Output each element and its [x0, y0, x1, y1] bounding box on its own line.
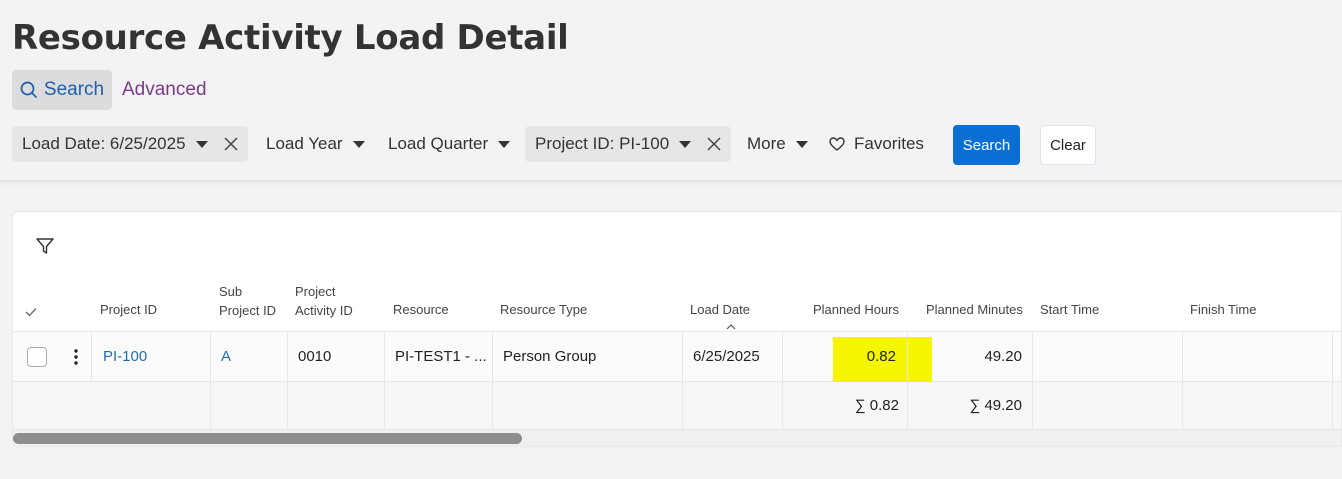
- caret-down-icon: [498, 140, 511, 148]
- more-filters-dropdown[interactable]: More: [747, 126, 808, 162]
- scrollbar-thumb[interactable]: [13, 433, 522, 444]
- search-mode-tab[interactable]: Search: [12, 70, 112, 110]
- total-planned-hours: ∑ 0.82: [783, 382, 908, 429]
- cell-project-id[interactable]: PI-100: [92, 332, 211, 381]
- load-quarter-filter-label: Load Quarter: [388, 134, 489, 153]
- close-icon[interactable]: [224, 137, 238, 151]
- page-title: Resource Activity Load Detail: [12, 18, 569, 58]
- search-button[interactable]: Search: [953, 125, 1020, 165]
- cell-finish-time: [1183, 332, 1333, 381]
- clear-button[interactable]: Clear: [1040, 125, 1096, 165]
- cell-load-date: 6/25/2025: [683, 332, 783, 381]
- horizontal-scrollbar[interactable]: [13, 430, 1341, 446]
- totals-spacer: [13, 382, 92, 429]
- header-divider: [0, 180, 1342, 186]
- column-header-resource-type[interactable]: Resource Type: [500, 302, 587, 318]
- totals-row: ∑ 0.82 ∑ 49.20: [13, 382, 1341, 430]
- totals-empty-cell: [1183, 382, 1333, 429]
- load-year-filter-label: Load Year: [266, 134, 343, 153]
- cell-resource-type: Person Group: [493, 332, 683, 381]
- column-header-project-id[interactable]: Project ID: [100, 302, 157, 318]
- column-header-sub-project-id[interactable]: Sub Project ID: [219, 284, 276, 319]
- kebab-menu-icon[interactable]: [73, 348, 78, 365]
- search-icon: [20, 81, 37, 99]
- cell-start-time: [1033, 332, 1183, 381]
- totals-empty-cell: [211, 382, 288, 429]
- load-year-filter[interactable]: Load Year: [266, 126, 365, 162]
- advanced-mode-tab[interactable]: Advanced: [122, 79, 207, 101]
- search-mode-bar: Search Advanced: [12, 70, 207, 110]
- table-header: Project ID Sub Project ID Project Activi…: [13, 272, 1341, 332]
- project-id-filter[interactable]: Project ID: PI-100: [525, 126, 732, 162]
- totals-empty-cell: [493, 382, 683, 429]
- totals-empty-cell: [92, 382, 211, 429]
- column-header-sub-project-id-line2: Project ID: [219, 303, 277, 318]
- cell-planned-minutes: 49.20: [908, 332, 1033, 381]
- load-date-filter[interactable]: Load Date: 6/25/2025: [12, 126, 248, 162]
- column-header-planned-minutes[interactable]: Planned Minutes: [926, 302, 1023, 318]
- favorites-label: Favorites: [854, 134, 924, 153]
- load-date-filter-label: Load Date: 6/25/2025: [22, 134, 186, 153]
- column-header-start-time[interactable]: Start Time: [1040, 302, 1099, 318]
- cell-sub-project-id[interactable]: A: [211, 332, 288, 381]
- search-mode-label: Search: [43, 79, 105, 100]
- funnel-icon[interactable]: [35, 236, 55, 261]
- checkmark-icon[interactable]: [25, 305, 37, 321]
- cell-project-activity-id: 0010: [288, 332, 385, 381]
- column-header-planned-hours[interactable]: Planned Hours: [813, 302, 899, 318]
- project-id-filter-label: Project ID: PI-100: [535, 134, 670, 153]
- cell-planned-hours: 0.82: [783, 332, 908, 381]
- close-icon[interactable]: [707, 137, 721, 151]
- more-filters-label: More: [747, 134, 786, 153]
- table-row[interactable]: PI-100 A 0010 PI-TEST1 - ... Person Grou…: [13, 332, 1341, 382]
- column-header-project-activity-id-line1: Project: [295, 284, 336, 299]
- column-header-project-activity-id-line2: Activity ID: [295, 303, 353, 318]
- row-select-cell: [13, 332, 60, 381]
- total-planned-minutes: ∑ 49.20: [908, 382, 1033, 429]
- totals-empty-cell: [288, 382, 385, 429]
- totals-empty-cell: [1033, 382, 1183, 429]
- column-header-project-activity-id[interactable]: Project Activity ID: [295, 284, 353, 319]
- column-header-resource[interactable]: Resource: [393, 302, 449, 318]
- favorites-button[interactable]: Favorites: [829, 126, 924, 162]
- totals-empty-cell: [385, 382, 493, 429]
- results-panel: Project ID Sub Project ID Project Activi…: [12, 211, 1342, 447]
- cell-resource: PI-TEST1 - ...: [385, 332, 493, 381]
- column-header-sub-project-id-line1: Sub: [219, 284, 243, 299]
- totals-empty-cell: [683, 382, 783, 429]
- row-checkbox[interactable]: [26, 346, 47, 367]
- caret-down-icon[interactable]: [679, 140, 692, 148]
- column-header-finish-time[interactable]: Finish Time: [1190, 302, 1256, 318]
- caret-down-icon[interactable]: [195, 140, 208, 148]
- row-actions-cell: [60, 332, 92, 381]
- column-header-load-date[interactable]: Load Date: [690, 302, 750, 318]
- filter-bar: Load Date: 6/25/2025 Load Year Load Quar…: [12, 125, 1342, 165]
- caret-down-icon: [352, 140, 365, 148]
- load-quarter-filter[interactable]: Load Quarter: [388, 126, 511, 162]
- caret-down-icon: [795, 140, 808, 148]
- heart-icon: [829, 137, 845, 151]
